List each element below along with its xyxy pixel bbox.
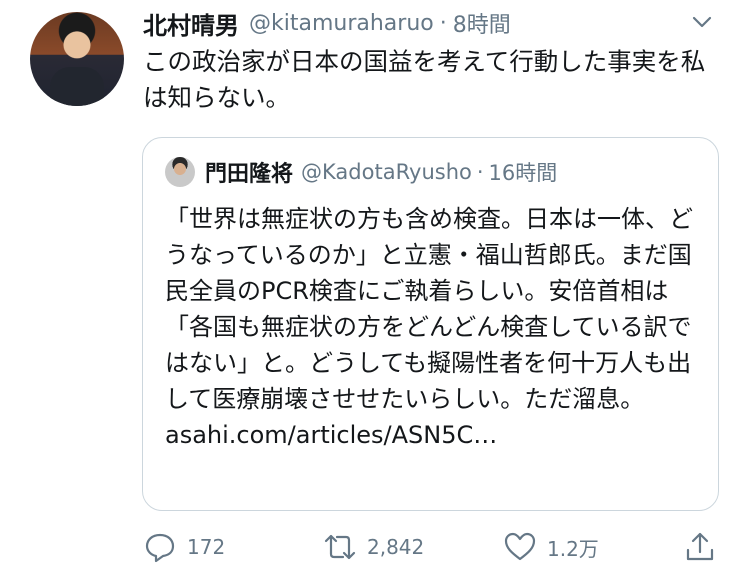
reply-icon	[145, 533, 175, 563]
tweet-header: 北村晴男 @kitamuraharuo · 8時間	[143, 6, 723, 40]
reply-button[interactable]: 172	[143, 527, 225, 567]
chevron-down-icon[interactable]	[690, 10, 714, 34]
quote-time: 16時間	[488, 161, 558, 185]
share-button[interactable]	[683, 527, 717, 567]
quote-author-avatar	[165, 157, 195, 187]
retweet-count: 2,842	[367, 535, 425, 559]
heart-icon	[504, 532, 536, 561]
quote-header: 門田隆将 @KadotaRyusho · 16時間	[165, 156, 557, 188]
separator-dot: ·	[439, 10, 447, 36]
tweet-text: この政治家が日本の国益を考えて行動した事実を私は知らない。	[143, 47, 706, 112]
like-button[interactable]: 1.2万	[503, 527, 599, 567]
reply-count: 172	[187, 535, 226, 559]
quote-body: 「世界は無症状の方も含め検査。日本は一体、どうなっているのか」と立憲・福山哲郎氏…	[165, 205, 693, 413]
quoted-tweet-card[interactable]: 門田隆将 @KadotaRyusho · 16時間 「世界は無症状の方も含め検査…	[142, 137, 719, 511]
tweet-actions: 172 2,842 1.2万	[143, 527, 723, 567]
author-handle[interactable]: @kitamuraharuo	[249, 11, 434, 36]
author-avatar[interactable]	[30, 12, 124, 106]
like-count: 1.2万	[547, 536, 599, 561]
retweet-icon	[324, 534, 356, 560]
quote-author-name: 門田隆将	[205, 162, 294, 187]
quote-separator-dot: ·	[476, 160, 484, 184]
quote-author-handle: @KadotaRyusho	[301, 160, 472, 184]
tweet-time[interactable]: 8時間	[453, 7, 511, 39]
quote-text: 「世界は無症状の方も含め検査。日本は一体、どうなっているのか」と立憲・福山哲郎氏…	[165, 201, 705, 453]
author-name[interactable]: 北村晴男	[143, 6, 239, 41]
retweet-button[interactable]: 2,842	[323, 527, 424, 567]
share-icon	[686, 532, 714, 561]
quote-link[interactable]: asahi.com/articles/ASN5C…	[165, 421, 497, 449]
